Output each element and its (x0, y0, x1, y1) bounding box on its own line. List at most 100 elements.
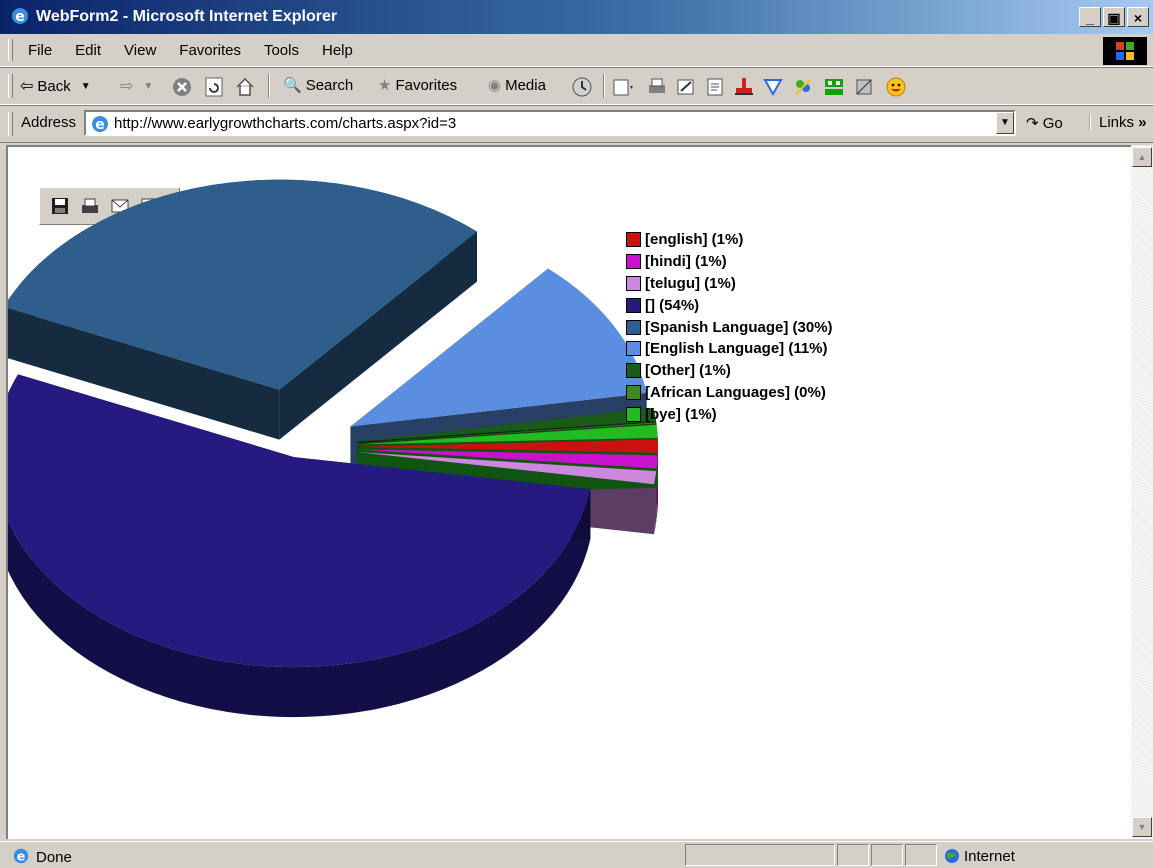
go-button[interactable]: ↷ Go (1026, 114, 1063, 132)
refresh-icon[interactable] (203, 76, 225, 98)
windows-logo-icon (1103, 37, 1147, 65)
links-button[interactable]: Links » (1089, 114, 1147, 131)
links-label: Links (1099, 114, 1134, 131)
security-zone: Internet (964, 848, 1015, 865)
legend-item: [Spanish Language] (30%) (626, 316, 833, 338)
legend-swatch (626, 407, 641, 422)
legend-swatch (626, 341, 641, 356)
status-bar: e Done Internet (0, 841, 1153, 868)
favorites-button[interactable]: ★ Favorites (378, 76, 457, 94)
minimize-button[interactable]: _ (1079, 7, 1101, 27)
address-dropdown-icon[interactable]: ▼ (996, 112, 1014, 134)
legend-label: [English Language] (11%) (645, 340, 828, 357)
legend-swatch (626, 363, 641, 378)
address-field[interactable]: e ▼ (84, 110, 1016, 136)
standard-toolbar: ⇦ Back ▼ ⇨ ▼ 🔍 Search ★ Favorites ◉ Medi… (0, 68, 1153, 105)
legend-item: [African Languages] (0%) (626, 382, 833, 404)
media-label: Media (505, 77, 546, 94)
favorites-star-icon: ★ (378, 76, 391, 94)
menu-bar: File Edit View Favorites Tools Help (0, 34, 1153, 67)
ie-logo-icon: e (10, 6, 30, 26)
menu-grip (8, 39, 13, 61)
menu-tools[interactable]: Tools (264, 42, 299, 59)
legend-label: [Other] (1%) (645, 362, 731, 379)
toolbar-grip (8, 74, 13, 98)
legend-swatch (626, 298, 641, 313)
menu-items: File Edit View Favorites Tools Help (28, 42, 376, 59)
media-icon: ◉ (488, 76, 501, 94)
green-bar-icon[interactable] (823, 76, 845, 98)
legend-swatch (626, 276, 641, 291)
forward-arrow-icon: ⇨ (120, 76, 133, 96)
page-content: [english] (1%) [hindi] (1%) [telugu] (1%) [… (6, 145, 1131, 839)
status-page-icon: e (12, 847, 30, 865)
legend-label: [hindi] (1%) (645, 253, 727, 270)
legend-label: [bye] (1%) (645, 406, 717, 423)
menu-view[interactable]: View (124, 42, 156, 59)
page-icon: e (90, 114, 110, 134)
legend-swatch (626, 320, 641, 335)
menu-help[interactable]: Help (322, 42, 353, 59)
toolbar-separator (268, 74, 270, 98)
back-button[interactable]: ⇦ Back ▼ (20, 76, 91, 96)
stop-icon[interactable] (171, 76, 193, 98)
forward-dropdown-icon: ▼ (143, 81, 153, 92)
legend-item: [] (54%) (626, 294, 833, 316)
history-icon[interactable] (571, 76, 593, 98)
messenger-icon[interactable] (792, 76, 814, 98)
chevron-right-icon: » (1138, 114, 1146, 131)
address-input[interactable] (114, 114, 974, 132)
status-panel (871, 844, 903, 866)
legend-item: [hindi] (1%) (626, 251, 833, 273)
forward-button[interactable]: ⇨ ▼ (120, 76, 153, 96)
search-label: Search (306, 77, 354, 94)
discuss-icon[interactable] (704, 76, 726, 98)
back-label: Back (37, 78, 70, 95)
menu-file[interactable]: File (28, 42, 52, 59)
maximize-button[interactable]: ▣ (1103, 7, 1125, 27)
legend-item: [telugu] (1%) (626, 273, 833, 295)
smiley-icon[interactable] (885, 76, 907, 98)
edit-icon[interactable] (675, 76, 697, 98)
legend-label: [english] (1%) (645, 231, 743, 248)
status-panel (837, 844, 869, 866)
filter-icon[interactable] (762, 76, 784, 98)
status-panel (685, 844, 835, 866)
status-panel (905, 844, 937, 866)
toolbar-separator (603, 74, 605, 98)
window-title: WebForm2 - Microsoft Internet Explorer (36, 8, 337, 26)
address-label: Address (21, 114, 76, 131)
search-icon: 🔍 (283, 76, 302, 94)
window-controls: _ ▣ × (1079, 7, 1149, 27)
close-button[interactable]: × (1127, 7, 1149, 27)
legend-label: [Spanish Language] (30%) (645, 319, 833, 336)
title-bar: e WebForm2 - Microsoft Internet Explorer… (0, 0, 1153, 34)
scroll-down-icon[interactable]: ▼ (1132, 817, 1152, 837)
search-button[interactable]: 🔍 Search (283, 76, 353, 94)
legend-swatch (626, 232, 641, 247)
chart-legend: [english] (1%) [hindi] (1%) [telugu] (1%) [… (626, 229, 833, 425)
go-arrow-icon: ↷ (1026, 115, 1039, 132)
address-grip (8, 112, 13, 136)
media-button[interactable]: ◉ Media (488, 76, 546, 94)
back-arrow-icon: ⇦ (20, 76, 33, 96)
legend-item: [english] (1%) (626, 229, 833, 251)
legend-item: [bye] (1%) (626, 403, 833, 425)
legend-label: [telugu] (1%) (645, 275, 736, 292)
vertical-scrollbar[interactable]: ▲ ▼ (1131, 145, 1153, 839)
legend-label: [African Languages] (0%) (645, 384, 826, 401)
svg-text:e: e (15, 9, 25, 25)
svg-text:e: e (17, 849, 26, 864)
tool-icon[interactable] (853, 76, 875, 98)
address-bar: Address e ▼ ↷ Go Links » (0, 106, 1153, 143)
research-icon[interactable] (733, 76, 755, 98)
scroll-up-icon[interactable]: ▲ (1132, 147, 1152, 167)
print-icon[interactable] (646, 76, 668, 98)
menu-edit[interactable]: Edit (75, 42, 101, 59)
status-text: Done (36, 849, 72, 866)
home-icon[interactable] (234, 76, 256, 98)
globe-icon (944, 848, 960, 864)
legend-swatch (626, 385, 641, 400)
menu-favorites[interactable]: Favorites (179, 42, 241, 59)
mail-icon[interactable] (612, 76, 634, 98)
